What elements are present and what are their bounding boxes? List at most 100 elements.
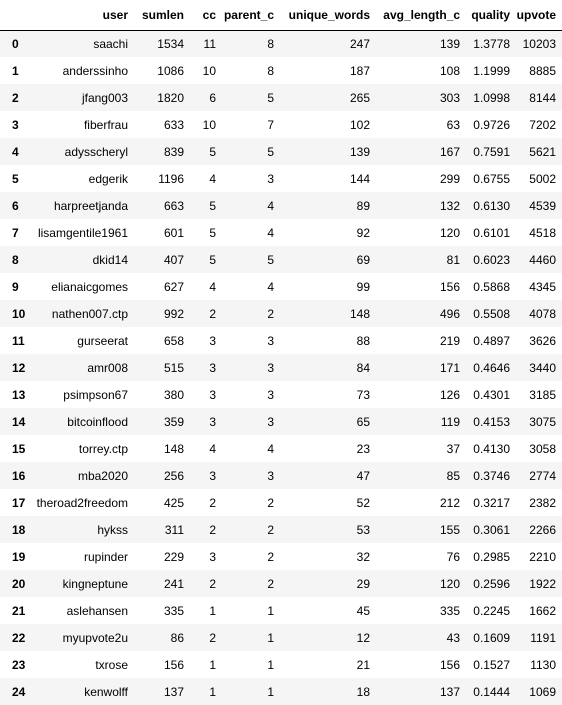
cell-parent-c: 2 (267, 306, 274, 321)
cell-unique-words: 18 (356, 684, 370, 699)
row-index: 8 (12, 252, 19, 267)
cell-cc: 3 (209, 333, 216, 348)
cell-unique-words: 69 (356, 252, 370, 267)
cell-upvote: 1130 (530, 657, 556, 672)
cell-cc: 2 (209, 630, 216, 645)
cell-upvote: 1191 (530, 630, 556, 645)
cell-cc: 3 (209, 360, 216, 375)
cell-avg-length-c: 63 (446, 117, 460, 132)
cell-cc: 10 (202, 117, 216, 132)
cell-unique-words: 139 (349, 144, 370, 159)
table-row: 4 adysscheryl 839 5 5 139 167 0.7591 5621 (0, 138, 562, 165)
table-row: 9 elianaicgomes 627 4 4 99 156 0.5868 4345 (0, 273, 562, 300)
table-row: 18 hykss 311 2 2 53 155 0.3061 2266 (0, 516, 562, 543)
cell-user: kingneptune (62, 576, 128, 591)
cell-sumlen: 407 (163, 252, 184, 267)
cell-avg-length-c: 303 (439, 90, 460, 105)
cell-quality: 0.4646 (473, 360, 510, 375)
cell-avg-length-c: 43 (446, 630, 460, 645)
cell-unique-words: 265 (349, 90, 370, 105)
column-header-sumlen: sumlen (134, 0, 190, 31)
cell-user: edgerik (88, 171, 128, 186)
cell-unique-words: 23 (356, 441, 370, 456)
cell-cc: 2 (209, 495, 216, 510)
cell-quality: 0.1527 (473, 657, 510, 672)
cell-cc: 1 (209, 603, 216, 618)
cell-unique-words: 65 (356, 414, 370, 429)
table-row: 1 anderssinho 1086 10 8 187 108 1.1999 8885 (0, 57, 562, 84)
cell-avg-length-c: 167 (439, 144, 460, 159)
cell-quality: 0.2245 (473, 603, 510, 618)
cell-parent-c: 4 (267, 225, 274, 240)
row-index: 12 (12, 360, 26, 375)
cell-unique-words: 247 (349, 36, 370, 51)
cell-upvote: 2266 (529, 522, 556, 537)
cell-sumlen: 658 (163, 333, 184, 348)
cell-avg-length-c: 85 (446, 468, 460, 483)
cell-sumlen: 1196 (158, 171, 184, 186)
cell-quality: 0.4153 (473, 414, 510, 429)
cell-user: adysscheryl (64, 144, 128, 159)
cell-unique-words: 102 (349, 117, 370, 132)
cell-upvote: 3185 (529, 387, 556, 402)
cell-quality: 0.1444 (473, 684, 510, 699)
cell-quality: 0.6755 (473, 171, 510, 186)
cell-avg-length-c: 212 (439, 495, 460, 510)
cell-cc: 3 (209, 549, 216, 564)
row-index: 5 (12, 171, 19, 186)
cell-quality: 0.6023 (473, 252, 510, 267)
cell-parent-c: 1 (267, 630, 274, 645)
table-row: 5 edgerik 1196 4 3 144 299 0.6755 5002 (0, 165, 562, 192)
row-index: 15 (12, 441, 26, 456)
cell-sumlen: 425 (163, 495, 184, 510)
cell-upvote: 4518 (529, 225, 556, 240)
row-index: 13 (12, 387, 26, 402)
row-index: 19 (12, 549, 26, 564)
cell-avg-length-c: 156 (439, 657, 460, 672)
cell-avg-length-c: 120 (439, 576, 460, 591)
cell-parent-c: 5 (267, 252, 274, 267)
row-index: 0 (12, 36, 19, 51)
row-index: 21 (12, 603, 26, 618)
cell-parent-c: 4 (267, 441, 274, 456)
table-row: 6 harpreetjanda 663 5 4 89 132 0.6130 4539 (0, 192, 562, 219)
cell-quality: 0.3217 (473, 495, 510, 510)
cell-avg-length-c: 76 (446, 549, 460, 564)
column-header-user: user (34, 0, 134, 31)
cell-upvote: 3075 (529, 414, 556, 429)
cell-upvote: 8885 (529, 63, 556, 78)
row-index: 10 (12, 306, 26, 321)
cell-sumlen: 627 (163, 279, 184, 294)
cell-upvote: 2774 (529, 468, 556, 483)
cell-avg-length-c: 496 (439, 306, 460, 321)
cell-cc: 5 (209, 198, 216, 213)
column-header-upvote: upvote (516, 0, 562, 31)
cell-user: lisamgentile1961 (37, 225, 128, 240)
table-row: 2 jfang003 1820 6 5 265 303 1.0998 8144 (0, 84, 562, 111)
cell-quality: 0.5868 (473, 279, 510, 294)
cell-quality: 0.1609 (473, 630, 510, 645)
table-header: user sumlen cc parent_c unique_words avg… (0, 0, 562, 31)
row-index: 4 (12, 144, 19, 159)
cell-quality: 0.4301 (473, 387, 510, 402)
cell-upvote: 1922 (529, 576, 556, 591)
cell-sumlen: 359 (163, 414, 184, 429)
cell-user: rupinder (83, 549, 128, 564)
cell-user: nathen007.ctp (51, 306, 128, 321)
cell-user: elianaicgomes (51, 279, 128, 294)
table-row: 8 dkid14 407 5 5 69 81 0.6023 4460 (0, 246, 562, 273)
cell-upvote: 2382 (529, 495, 556, 510)
cell-cc: 3 (209, 387, 216, 402)
cell-sumlen: 380 (163, 387, 184, 402)
cell-parent-c: 7 (267, 117, 274, 132)
cell-quality: 0.6130 (473, 198, 510, 213)
cell-avg-length-c: 335 (439, 603, 460, 618)
cell-unique-words: 21 (356, 657, 370, 672)
cell-avg-length-c: 156 (439, 279, 460, 294)
cell-upvote: 8144 (529, 90, 556, 105)
cell-quality: 0.4130 (473, 441, 510, 456)
table-row: 16 mba2020 256 3 3 47 85 0.3746 2774 (0, 462, 562, 489)
row-index: 1 (12, 63, 19, 78)
row-index: 16 (12, 468, 26, 483)
row-index: 14 (12, 414, 26, 429)
